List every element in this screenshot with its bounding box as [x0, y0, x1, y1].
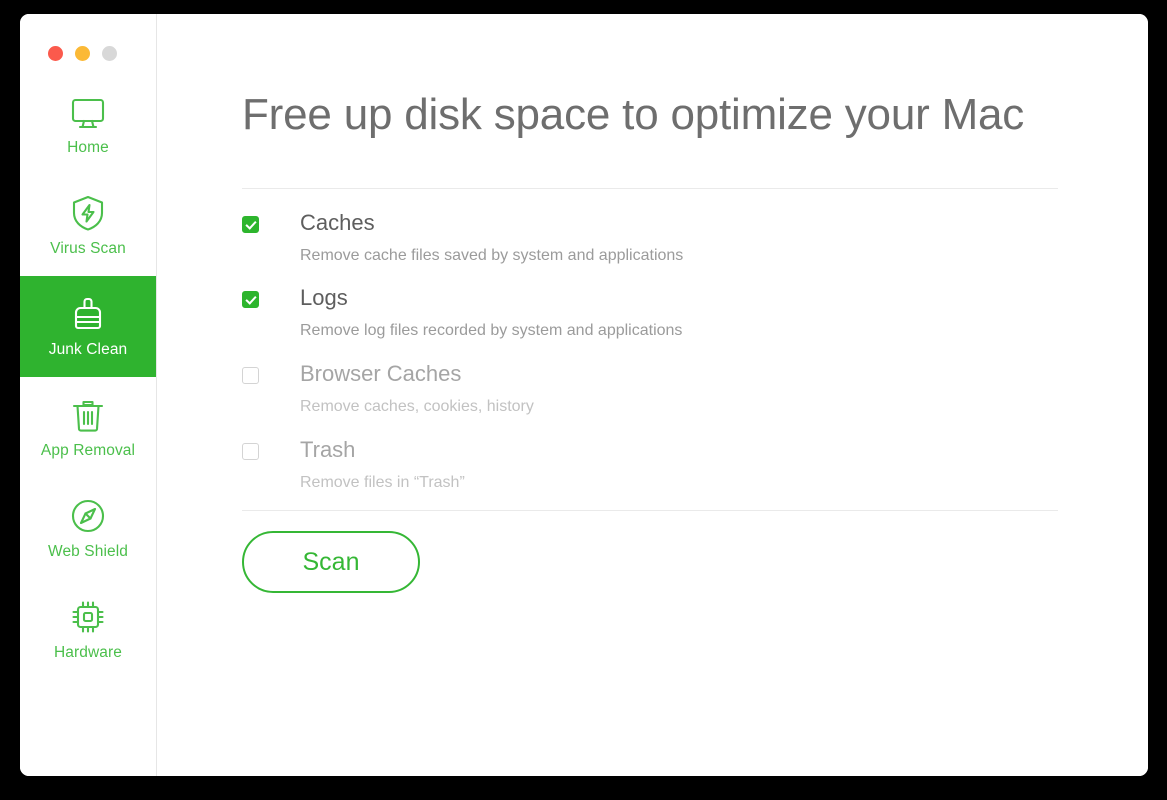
option-description: Remove log files recorded by system and …	[300, 322, 683, 340]
scan-button[interactable]: Scan	[242, 531, 420, 594]
compass-icon	[68, 496, 108, 536]
sidebar-item-hardware[interactable]: Hardware	[20, 579, 156, 680]
option-label: Caches	[300, 209, 375, 235]
option-row-browser-caches[interactable]: Browser Caches Remove caches, cookies, h…	[242, 362, 1078, 416]
sidebar-item-virus-scan[interactable]: Virus Scan	[20, 175, 156, 276]
option-label: Browser Caches	[300, 360, 462, 386]
option-label: Trash	[300, 436, 356, 462]
divider-bottom	[242, 510, 1058, 512]
main-content: Free up disk space to optimize your Mac …	[157, 14, 1148, 776]
checkbox-caches[interactable]	[242, 215, 259, 233]
option-description: Remove cache files saved by system and a…	[300, 246, 684, 264]
page-title: Free up disk space to optimize your Mac	[242, 90, 1025, 139]
app-window: Home Virus Scan Junk Clean App Removal W…	[20, 14, 1148, 776]
sidebar-item-label: Hardware	[54, 644, 122, 661]
sidebar-nav: Home Virus Scan Junk Clean App Removal W…	[20, 74, 156, 680]
option-text: Caches Remove cache files saved by syste…	[300, 209, 684, 265]
sidebar-item-label: Web Shield	[48, 543, 128, 560]
trash-icon	[68, 395, 108, 435]
sidebar-item-label: Virus Scan	[50, 240, 126, 257]
cleanup-options-list: Caches Remove cache files saved by syste…	[242, 189, 1078, 492]
sidebar-item-label: App Removal	[40, 442, 136, 459]
sidebar-item-junk-clean[interactable]: Junk Clean	[20, 276, 156, 377]
minimize-button[interactable]	[75, 45, 90, 61]
option-description: Remove files in “Trash”	[300, 473, 465, 491]
checkbox-logs[interactable]	[242, 291, 259, 309]
option-text: Logs Remove log files recorded by system…	[300, 286, 682, 340]
option-row-logs[interactable]: Logs Remove log files recorded by system…	[242, 286, 1078, 340]
option-text: Trash Remove files in “Trash”	[300, 438, 465, 492]
option-row-trash[interactable]: Trash Remove files in “Trash”	[242, 438, 1078, 492]
sidebar-item-web-shield[interactable]: Web Shield	[20, 478, 156, 579]
sidebar-item-app-removal[interactable]: App Removal	[20, 377, 156, 478]
option-description: Remove caches, cookies, history	[300, 398, 534, 416]
maximize-button[interactable]	[102, 45, 117, 61]
checkbox-browser-caches[interactable]	[242, 366, 259, 384]
monitor-icon	[68, 92, 108, 132]
option-label: Logs	[300, 285, 348, 311]
sidebar-item-home[interactable]: Home	[20, 74, 156, 175]
shield-bolt-icon	[68, 193, 108, 233]
close-button[interactable]	[48, 45, 63, 61]
chip-icon	[68, 597, 108, 637]
sidebar-item-label: Home	[67, 139, 109, 156]
brush-icon	[68, 294, 108, 334]
sidebar-item-label: Junk Clean	[48, 341, 128, 358]
window-controls	[20, 14, 156, 74]
checkbox-trash[interactable]	[242, 442, 259, 460]
option-text: Browser Caches Remove caches, cookies, h…	[300, 362, 534, 416]
sidebar: Home Virus Scan Junk Clean App Removal W…	[20, 14, 157, 776]
option-row-caches[interactable]: Caches Remove cache files saved by syste…	[242, 209, 1078, 265]
